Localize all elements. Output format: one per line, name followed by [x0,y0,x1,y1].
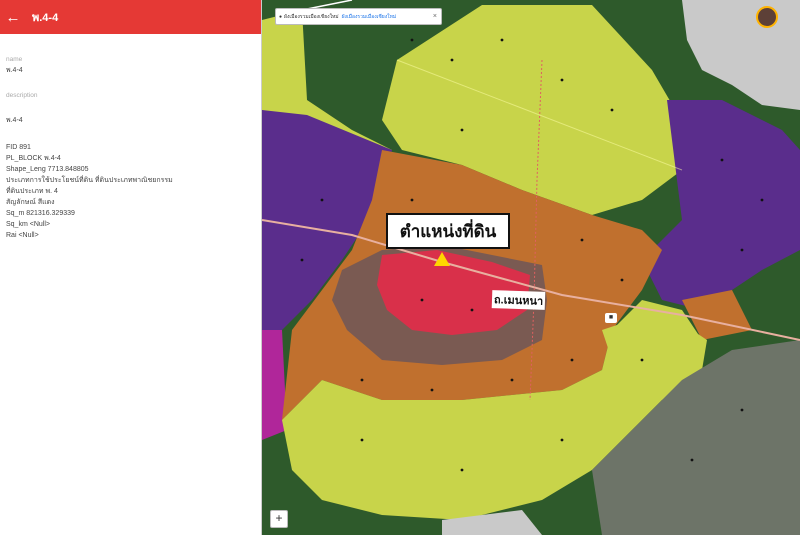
attribute-row: ที่ดินประเภท พ. 4 [6,188,58,195]
road-label: ถ.เมนหนา [491,290,546,310]
layer-search-box[interactable]: ● ผังเมืองรวมเมืองเชียงใหม่ ผังเมืองรวมเ… [275,8,442,25]
panel-body: name พ.4-4 description พ.4-4 FID 891 PL_… [0,34,261,241]
attribute-row: PL_BLOCK พ.4-4 [6,155,61,162]
field-value-description: พ.4-4 [6,117,23,124]
zoning-map [262,0,800,535]
layer-chip[interactable]: ผังเมืองรวมเมืองเชียงใหม่ [342,13,397,21]
layer-name: ผังเมืองรวมเมืองเชียงใหม่ [284,13,339,20]
zoom-in-button[interactable]: + [270,510,288,528]
field-label-description: description [6,92,38,99]
arrow-left-icon[interactable]: ← [0,0,26,34]
attribute-row: Sq_m 821316.329339 [6,210,75,217]
close-icon[interactable]: × [433,13,437,20]
attribute-row: Shape_Leng 7713.848805 [6,166,89,173]
attribute-row: FID 891 [6,144,31,151]
panel-title: พ.4-4 [32,12,59,24]
field-value-name: พ.4-4 [6,67,23,74]
location-label: ตำแหน่งที่ดิน [386,213,510,249]
attribute-row: Sq_km <Null> [6,221,50,228]
feature-info-panel: ← พ.4-4 name พ.4-4 description พ.4-4 FID… [0,0,262,535]
field-label-name: name [6,56,23,63]
map-view[interactable]: ● ผังเมืองรวมเมืองเชียงใหม่ ผังเมืองรวมเ… [262,0,800,535]
attribute-row: Rai <Null> [6,232,39,239]
logo-icon [756,6,778,28]
attribute-row: ประเภทการใช้ประโยชน์ที่ดิน ที่ดินประเภทพ… [6,177,173,184]
search-icon: ● [279,13,283,20]
panel-header: ← พ.4-4 [0,0,261,34]
poi-icon[interactable]: ■ [605,313,617,323]
location-pin-icon[interactable] [434,252,450,266]
attribute-row: สัญลักษณ์ สีแดง [6,199,55,206]
